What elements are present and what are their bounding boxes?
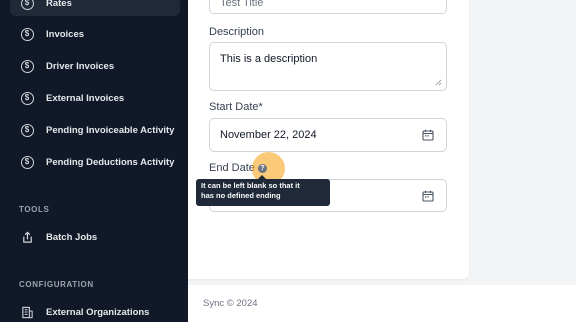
end-date-label: End Date xyxy=(209,162,255,174)
footer: Sync © 2024 xyxy=(188,285,576,322)
sidebar-item-external-organizations[interactable]: External Organizations xyxy=(10,299,180,322)
end-date-tooltip: It can be left blank so that it has no d… xyxy=(196,179,330,206)
sidebar: $ Rates $ Invoices $ Driver Invoices $ E… xyxy=(0,0,188,322)
title-input[interactable]: Test Title xyxy=(209,0,447,14)
calendar-icon[interactable] xyxy=(422,190,434,202)
tooltip-line-2: has no defined ending xyxy=(201,191,281,200)
sidebar-item-rates[interactable]: $ Rates xyxy=(10,0,180,16)
sidebar-item-driver-invoices[interactable]: $ Driver Invoices xyxy=(10,53,180,79)
dollar-circle-icon: $ xyxy=(20,27,34,41)
tooltip-line-1: It can be left blank so that it xyxy=(201,181,300,190)
sidebar-item-label: Invoices xyxy=(46,28,85,40)
sidebar-item-label: External Invoices xyxy=(46,92,125,104)
description-textarea[interactable]: This is a description xyxy=(209,42,447,91)
dollar-circle-icon: $ xyxy=(20,0,34,10)
building-icon xyxy=(20,305,34,319)
upload-icon xyxy=(20,230,34,244)
configuration-section-title: CONFIGURATION xyxy=(19,280,94,289)
sidebar-item-label: Batch Jobs xyxy=(46,231,98,243)
help-icon[interactable]: ? xyxy=(258,164,267,173)
title-value: Test Title xyxy=(220,0,264,9)
description-value: This is a description xyxy=(220,53,318,65)
start-date-value: November 22, 2024 xyxy=(220,129,317,141)
calendar-icon[interactable] xyxy=(422,129,434,141)
sidebar-item-pending-invoiceable-activity[interactable]: $ Pending Invoiceable Activity xyxy=(10,117,180,143)
description-label: Description xyxy=(209,26,265,38)
resize-handle-icon[interactable] xyxy=(435,79,442,86)
sidebar-item-external-invoices[interactable]: $ External Invoices xyxy=(10,85,180,111)
start-date-input[interactable]: November 22, 2024 xyxy=(209,118,447,152)
sidebar-item-pending-deductions-activity[interactable]: $ Pending Deductions Activity xyxy=(10,149,180,175)
dollar-circle-icon: $ xyxy=(20,123,34,137)
tools-section-title: TOOLS xyxy=(19,205,50,214)
dollar-circle-icon: $ xyxy=(20,59,34,73)
sidebar-item-label: Driver Invoices xyxy=(46,60,115,72)
sidebar-item-label: External Organizations xyxy=(46,306,150,318)
sidebar-item-label: Rates xyxy=(46,0,72,9)
sidebar-item-label: Pending Deductions Activity xyxy=(46,156,175,168)
dollar-circle-icon: $ xyxy=(20,91,34,105)
sidebar-item-batch-jobs[interactable]: Batch Jobs xyxy=(10,224,180,250)
footer-copyright: Sync © 2024 xyxy=(203,298,258,309)
dollar-circle-icon: $ xyxy=(20,155,34,169)
sidebar-item-label: Pending Invoiceable Activity xyxy=(46,124,175,136)
start-date-label: Start Date* xyxy=(209,101,263,113)
sidebar-item-invoices[interactable]: $ Invoices xyxy=(10,21,180,47)
